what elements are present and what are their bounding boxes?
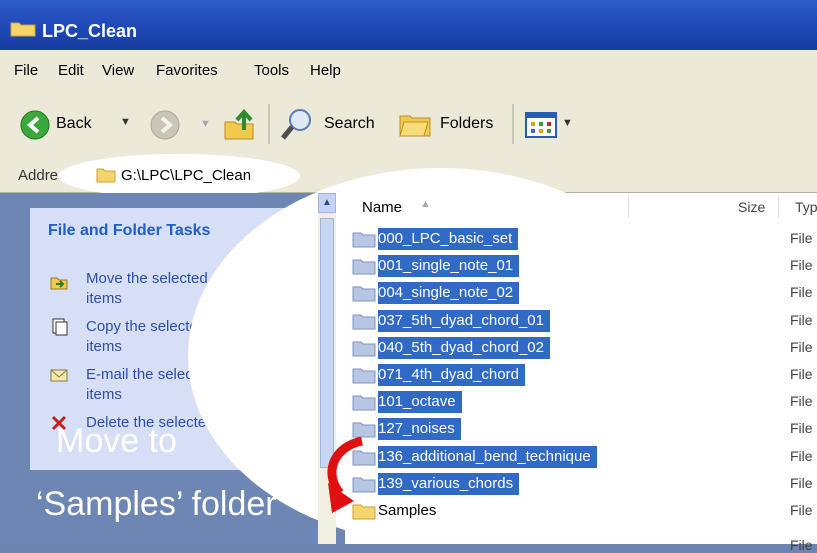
folder-icon — [10, 22, 36, 37]
file-type: File — [790, 474, 813, 491]
search-icon — [281, 109, 311, 140]
file-name: 040_5th_dyad_chord_02 — [378, 336, 550, 359]
task-copy-line1[interactable]: Copy the selected — [86, 318, 206, 335]
file-type: File — [790, 257, 813, 274]
file-type: File — [790, 338, 813, 355]
move-icon — [50, 277, 68, 290]
menu-view[interactable]: View — [102, 62, 134, 79]
file-name: 139_various_chords — [378, 472, 520, 495]
folders-icon — [399, 115, 431, 137]
file-name: 127_noises — [378, 418, 461, 441]
menu-edit[interactable]: Edit — [58, 62, 84, 79]
views-dropdown-icon: ▼ — [562, 117, 573, 129]
file-type: File — [790, 537, 813, 553]
file-name: 071_4th_dyad_chord — [378, 364, 525, 386]
scroll-up-icon[interactable]: ▲ — [318, 193, 336, 213]
tasks-header: File and Folder Tasks — [48, 222, 211, 239]
sort-ascending-icon: ▲ — [420, 198, 431, 210]
up-folder-button[interactable] — [222, 108, 256, 142]
address-input[interactable]: G:\LPC\LPC_Clean — [121, 167, 251, 184]
task-copy-line2[interactable]: items — [86, 338, 122, 355]
file-name: 101_octave — [378, 391, 462, 414]
file-type: File — [790, 502, 813, 518]
email-icon — [50, 369, 68, 382]
folder-icon — [352, 368, 376, 384]
file-type: File — [790, 366, 813, 382]
back-arrow-icon — [20, 110, 50, 140]
file-type: File — [790, 420, 813, 437]
views-button[interactable]: ▼ — [524, 110, 578, 140]
file-name: 000_LPC_basic_set — [378, 228, 519, 250]
menu-file[interactable]: File — [14, 62, 38, 79]
chevron-down-icon: ▼ — [120, 116, 131, 128]
file-type: File — [790, 284, 813, 301]
back-button[interactable]: Back ▼ — [18, 108, 136, 142]
file-name: 037_5th_dyad_chord_01 — [378, 309, 550, 332]
window-title: LPC_Clean — [42, 21, 138, 41]
copy-icon — [52, 318, 68, 336]
search-button[interactable]: Search — [280, 106, 386, 142]
folder-icon — [352, 232, 376, 248]
task-email-line2[interactable]: items — [86, 386, 122, 403]
folder-icon — [352, 395, 376, 411]
forward-button[interactable] — [150, 110, 180, 140]
red-arrow-icon — [327, 436, 364, 513]
folder-icon — [352, 341, 376, 357]
menu-favorites[interactable]: Favorites — [156, 62, 218, 79]
forward-dropdown-icon[interactable]: ▼ — [200, 118, 211, 130]
search-label: Search — [324, 115, 375, 132]
file-type: File — [790, 230, 813, 246]
scroll-thumb[interactable] — [320, 218, 334, 468]
column-divider[interactable] — [778, 196, 779, 218]
column-header-type[interactable]: Typ — [795, 199, 817, 215]
instruction-text-line2: ‘Samples’ folder — [36, 485, 277, 523]
folder-icon — [352, 286, 376, 302]
file-name: 004_single_note_02 — [378, 282, 520, 305]
file-name: 136_additional_bend_technique — [378, 445, 597, 468]
back-label: Back — [56, 115, 92, 132]
task-move-line2[interactable]: items — [86, 290, 122, 307]
file-type: File — [790, 393, 813, 410]
folder-icon — [96, 168, 116, 183]
menu-help[interactable]: Help — [310, 62, 341, 79]
instruction-text-line1: Move to — [56, 422, 177, 460]
file-type: File — [790, 311, 813, 328]
column-header-name[interactable]: Name — [362, 199, 402, 216]
folders-button[interactable]: Folders — [398, 106, 508, 142]
folder-icon — [352, 259, 376, 275]
folders-label: Folders — [440, 115, 494, 132]
column-divider[interactable] — [628, 196, 629, 218]
file-name: 001_single_note_01 — [378, 255, 520, 278]
file-type: File — [790, 447, 813, 464]
menu-tools[interactable]: Tools — [254, 62, 289, 79]
file-name: Samples — [378, 502, 437, 519]
folder-icon — [352, 314, 376, 330]
task-move-line1[interactable]: Move the selected — [86, 270, 208, 287]
column-header-size[interactable]: Size — [738, 199, 765, 215]
views-icon — [525, 112, 557, 138]
